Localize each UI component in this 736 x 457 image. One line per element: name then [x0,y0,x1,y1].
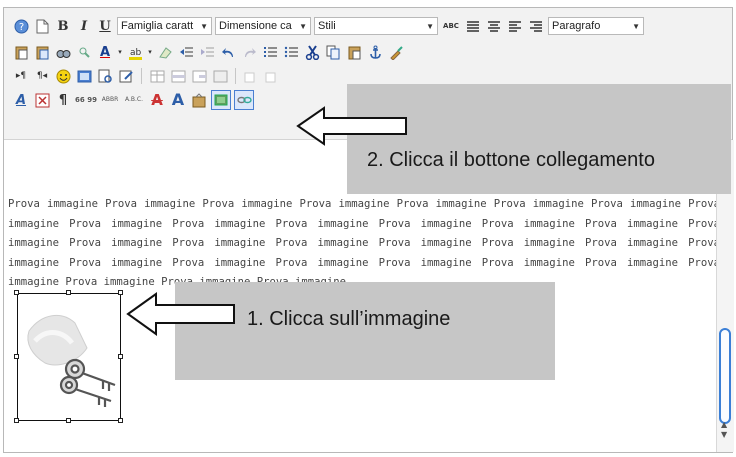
resize-handle-nw[interactable] [14,290,19,295]
paste-word-icon[interactable] [33,43,51,61]
bold-button[interactable]: B [54,17,72,35]
align-center-icon[interactable] [485,17,503,35]
paragraph-format-value: Paragrafo [552,20,601,32]
spellcheck-icon[interactable]: ABC [441,17,461,35]
arrow-to-link-button [296,106,407,146]
media-icon[interactable] [75,67,93,85]
resize-handle-sw[interactable] [14,418,19,423]
abbr-button[interactable]: ABBR [100,91,120,109]
resize-handle-n[interactable] [66,290,71,295]
callout-step-2-text: 2. Clicca il bottone collegamento [367,148,655,171]
cut-icon[interactable] [303,43,321,61]
ltr-icon[interactable]: ▸¶ [12,67,30,85]
insert-table-icon[interactable] [148,67,166,85]
cleanup-icon[interactable] [387,43,405,61]
font-size-select[interactable]: Dimensione ca ▼ [215,17,311,35]
paragraph-format-select[interactable]: Paragrafo ▼ [548,17,644,35]
resize-handle-w[interactable] [14,354,19,359]
rtl-icon[interactable]: ¶◂ [33,67,51,85]
scrollbar-thumb[interactable] [719,328,731,424]
resize-handle-ne[interactable] [118,290,123,295]
toolbar-row-3: ▸¶ ¶◂ [12,64,281,88]
align-right-icon[interactable] [527,17,545,35]
italic-button[interactable]: I [75,17,93,35]
text-color-icon[interactable]: A [96,43,114,61]
font-size-value: Dimensione ca [219,20,292,32]
chevron-down-icon: ▼ [299,21,307,31]
strikethrough-icon[interactable]: A [148,91,166,109]
unordered-list-icon[interactable] [282,43,300,61]
chevron-down-icon[interactable]: ▾ [117,43,123,61]
font-family-value: Famiglia caratt [121,20,194,32]
replace-icon[interactable] [75,43,93,61]
toolbar-row-1: ? B I U Famiglia caratt ▼ Dimensione ca ▼ … [12,14,644,38]
toolbar-row-2: A ▾ ab ▾ [12,40,405,64]
scroll-down-arrow[interactable]: ▼ [721,431,729,439]
table-row-props-icon[interactable] [169,67,187,85]
font-color-icon[interactable]: A [169,91,187,109]
image-selection-border [17,293,121,421]
cite-button[interactable]: 66 99 [75,91,97,109]
remove-format-icon[interactable] [156,43,174,61]
svg-text:ab: ab [130,48,142,58]
chevron-down-icon: ▼ [426,21,434,31]
toolbar-separator [141,68,142,84]
align-left-icon[interactable] [506,17,524,35]
font-family-select[interactable]: Famiglia caratt ▼ [117,17,212,35]
attributes-icon[interactable] [190,91,208,109]
ordered-list-icon[interactable] [261,43,279,61]
undo-icon[interactable] [219,43,237,61]
arrow-to-image [126,292,235,336]
redo-icon[interactable] [240,43,258,61]
insert-link-button[interactable] [234,90,254,110]
help-icon[interactable]: ? [12,17,30,35]
new-document-icon[interactable] [33,17,51,35]
paste-text-icon[interactable] [12,43,30,61]
edit-html-icon[interactable] [117,67,135,85]
insert-image-button[interactable] [211,90,231,110]
scroll-up-arrow[interactable]: ▲ [721,421,729,429]
insert-layer-icon[interactable] [33,91,51,109]
outdent-icon[interactable] [177,43,195,61]
resize-handle-e[interactable] [118,354,123,359]
selected-image[interactable] [14,290,123,423]
toolbar-row-4: A ¶ 66 99 ABBR A.B.C. A A [12,88,254,112]
chevron-down-icon: ▼ [632,21,640,31]
callout-step-1-text: 1. Clicca sull’immagine [247,307,451,330]
chevron-down-icon: ▼ [200,21,208,31]
justify-full-icon[interactable] [464,17,482,35]
editor-paragraph[interactable]: Prova immagine Prova immagine Prova imma… [8,195,720,293]
indent-icon[interactable] [198,43,216,61]
svg-text:?: ? [18,22,23,33]
anchor-icon[interactable] [366,43,384,61]
emoticon-icon[interactable] [54,67,72,85]
table-insert-row-icon[interactable] [211,67,229,85]
paste-icon[interactable] [345,43,363,61]
copy-icon[interactable] [324,43,342,61]
styles-value: Stili [318,20,336,32]
table-cell-props-icon[interactable] [190,67,208,85]
style-props-icon[interactable]: A [12,91,30,109]
acronym-button[interactable]: A.B.C. [123,91,145,109]
resize-handle-se[interactable] [118,418,123,423]
visual-chars-icon[interactable]: ¶ [54,91,72,109]
find-icon[interactable] [54,43,72,61]
underline-button[interactable]: U [96,17,114,35]
highlight-color-icon[interactable]: ab [126,43,144,61]
preview-icon[interactable] [96,67,114,85]
styles-select[interactable]: Stili ▼ [314,17,438,35]
table-split-icon[interactable] [242,67,260,85]
toolbar-separator [235,68,236,84]
table-merge-icon[interactable] [263,67,281,85]
resize-handle-s[interactable] [66,418,71,423]
chevron-down-icon[interactable]: ▾ [147,43,153,61]
